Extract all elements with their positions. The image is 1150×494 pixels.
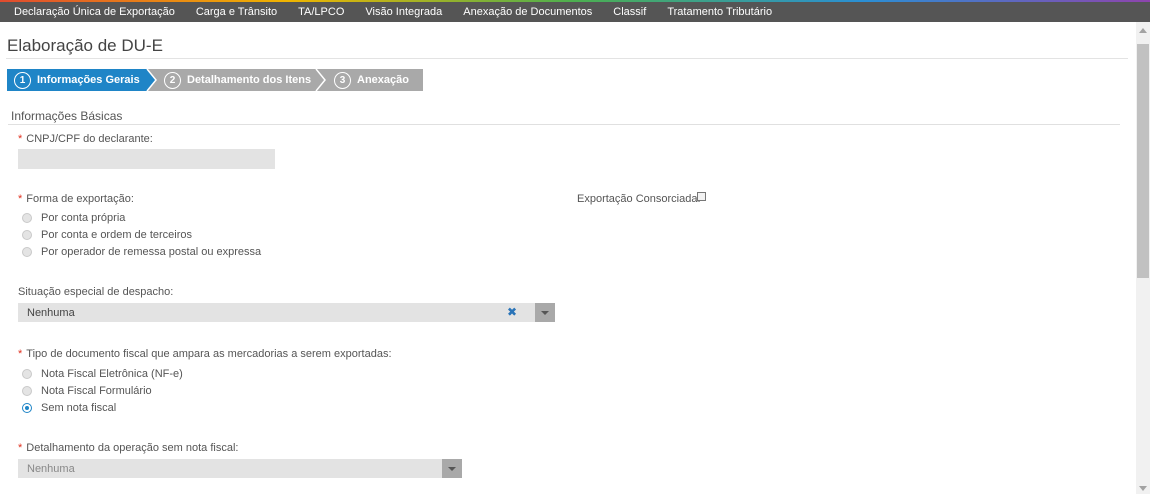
required-marker: *: [18, 442, 23, 454]
radio-label: Sem nota fiscal: [41, 402, 117, 414]
step-number: 2: [164, 71, 181, 89]
top-navigation: Declaração Única de Exportação Carga e T…: [0, 2, 1150, 22]
title-divider: [6, 58, 1128, 59]
radio-sem-nota-fiscal[interactable]: Sem nota fiscal: [22, 402, 116, 414]
step-number: 1: [14, 71, 31, 89]
forma-exportacao-label: * Forma de exportação:: [18, 193, 134, 205]
dropdown-toggle[interactable]: [442, 459, 462, 478]
scroll-up-icon[interactable]: [1139, 28, 1147, 33]
radio-label: Por conta e ordem de terceiros: [41, 229, 193, 241]
nav-item-classif[interactable]: Classif: [603, 2, 657, 22]
clear-icon[interactable]: ✖: [507, 305, 517, 319]
radio-remessa-postal[interactable]: Por operador de remessa postal ou expres…: [22, 246, 261, 258]
chevron-down-icon: [448, 466, 456, 471]
step-informacoes-gerais[interactable]: 1 Informações Gerais: [7, 69, 156, 91]
nav-item-visao-integrada[interactable]: Visão Integrada: [355, 2, 453, 22]
required-marker: *: [18, 133, 23, 145]
nav-item-tratamento-tributario[interactable]: Tratamento Tributário: [657, 2, 783, 22]
exportacao-consorciada-label: Exportação Consorciada:: [577, 193, 701, 205]
step-label: Detalhamento dos Itens: [187, 74, 312, 86]
nav-item-anexacao-documentos[interactable]: Anexação de Documentos: [453, 2, 603, 22]
detalhamento-operacao-select[interactable]: Nenhuma: [18, 459, 462, 478]
nav-item-ta-lpco[interactable]: TA/LPCO: [288, 2, 355, 22]
cnpj-input[interactable]: [18, 149, 275, 169]
forma-exportacao-label-text: Forma de exportação:: [26, 193, 134, 205]
step-number: 3: [334, 71, 351, 89]
detalhamento-operacao-label-text: Detalhamento da operação sem nota fiscal…: [26, 442, 239, 454]
radio-label: Nota Fiscal Formulário: [41, 385, 152, 397]
select-value: Nenhuma: [27, 306, 75, 319]
dropdown-toggle[interactable]: [535, 303, 555, 322]
step-label: Anexação: [357, 74, 409, 86]
nav-item-carga-transito[interactable]: Carga e Trânsito: [185, 2, 287, 22]
step-separator: [315, 69, 326, 91]
required-marker: *: [18, 193, 23, 205]
wizard-steps: 1 Informações Gerais 2 Detalhamento dos …: [7, 69, 423, 91]
radio-nota-formulario[interactable]: Nota Fiscal Formulário: [22, 385, 152, 397]
radio-label: Por conta própria: [41, 212, 126, 224]
radio-button-selected[interactable]: [22, 403, 32, 413]
radio-conta-propria[interactable]: Por conta própria: [22, 212, 125, 224]
vertical-scrollbar[interactable]: [1136, 22, 1150, 494]
cnpj-label-text: CNPJ/CPF do declarante:: [26, 133, 153, 145]
section-divider: [8, 124, 1120, 125]
nav-item-due[interactable]: Declaração Única de Exportação: [0, 2, 185, 22]
radio-button[interactable]: [22, 369, 32, 379]
step-anexacao[interactable]: 3 Anexação: [316, 69, 423, 91]
radio-label: Nota Fiscal Eletrônica (NF-e): [41, 368, 183, 380]
radio-label: Por operador de remessa postal ou expres…: [41, 246, 262, 258]
select-value: Nenhuma: [27, 462, 75, 475]
tipo-documento-label: * Tipo de documento fiscal que ampara as …: [18, 348, 392, 360]
radio-button[interactable]: [22, 230, 32, 240]
radio-button[interactable]: [22, 213, 32, 223]
section-title: Informações Básicas: [11, 109, 123, 123]
required-marker: *: [18, 348, 23, 360]
tipo-documento-label-text: Tipo de documento fiscal que ampara as m…: [26, 348, 392, 360]
exportacao-consorciada-checkbox[interactable]: [697, 192, 706, 201]
step-separator: [146, 69, 157, 91]
step-detalhamento-itens[interactable]: 2 Detalhamento dos Itens: [147, 69, 325, 91]
radio-nfe[interactable]: Nota Fiscal Eletrônica (NF-e): [22, 368, 183, 380]
scrollbar-thumb[interactable]: [1137, 44, 1149, 278]
cnpj-label: * CNPJ/CPF do declarante:: [18, 133, 153, 145]
scroll-down-icon[interactable]: [1139, 486, 1147, 491]
chevron-down-icon: [541, 310, 549, 315]
step-label: Informações Gerais: [37, 74, 140, 86]
situacao-despacho-select[interactable]: Nenhuma ✖: [18, 303, 555, 322]
page-title: Elaboração de DU-E: [7, 36, 163, 55]
radio-conta-ordem-terceiros[interactable]: Por conta e ordem de terceiros: [22, 229, 192, 241]
radio-button[interactable]: [22, 386, 32, 396]
detalhamento-operacao-label: * Detalhamento da operação sem nota fisca…: [18, 442, 238, 454]
radio-button[interactable]: [22, 247, 32, 257]
situacao-despacho-label: Situação especial de despacho:: [18, 286, 174, 298]
